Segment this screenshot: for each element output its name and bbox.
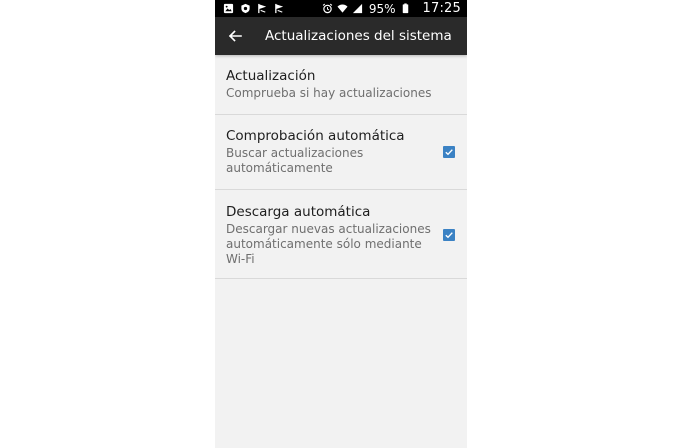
checkmark-icon <box>445 232 453 239</box>
battery-icon <box>400 3 411 14</box>
checkmark-icon <box>445 149 453 156</box>
wifi-icon <box>337 3 348 14</box>
arrow-left-icon <box>228 30 242 42</box>
shield-icon <box>240 3 251 14</box>
app-bar: Actualizaciones del sistema <box>215 17 467 55</box>
pref-title: Comprobación automática <box>226 128 405 144</box>
pref-update[interactable]: Actualización Comprueba si hay actualiza… <box>215 55 467 115</box>
pref-text: Descarga automática Descargar nuevas act… <box>226 204 443 267</box>
flag-icon <box>274 3 285 14</box>
battery-percentage: 95% <box>368 1 396 16</box>
clock: 17:25 <box>422 1 461 16</box>
image-icon <box>223 3 234 14</box>
pref-text: Comprobación automática Buscar actualiza… <box>226 128 443 176</box>
checkbox-wrap <box>443 128 455 158</box>
back-button[interactable] <box>215 17 255 55</box>
phone-screen: 95% 17:25 Actualizaciones del sistema Ac… <box>215 0 467 448</box>
auto-check-checkbox[interactable] <box>443 146 455 158</box>
auto-download-checkbox[interactable] <box>443 229 455 241</box>
pref-text: Actualización Comprueba si hay actualiza… <box>226 68 455 101</box>
notification-icons <box>223 3 322 14</box>
pref-auto-download[interactable]: Descarga automática Descargar nuevas act… <box>215 190 467 279</box>
pref-title: Descarga automática <box>226 204 371 220</box>
pref-title: Actualización <box>226 68 316 84</box>
signal-icon <box>352 3 363 14</box>
alarm-icon <box>322 3 333 14</box>
preferences-list: Actualización Comprueba si hay actualiza… <box>215 55 467 279</box>
status-bar: 95% 17:25 <box>215 0 467 17</box>
pref-summary: Buscar actualizaciones automáticamente <box>226 146 364 175</box>
pref-auto-check[interactable]: Comprobación automática Buscar actualiza… <box>215 115 467 190</box>
page-title: Actualizaciones del sistema <box>265 28 452 44</box>
pref-summary: Descargar nuevas actualizaciones automát… <box>226 222 431 266</box>
checkbox-wrap <box>443 204 455 241</box>
system-icons: 95% 17:25 <box>322 1 461 16</box>
pref-summary: Comprueba si hay actualizaciones <box>226 86 432 100</box>
flag-icon <box>257 3 268 14</box>
